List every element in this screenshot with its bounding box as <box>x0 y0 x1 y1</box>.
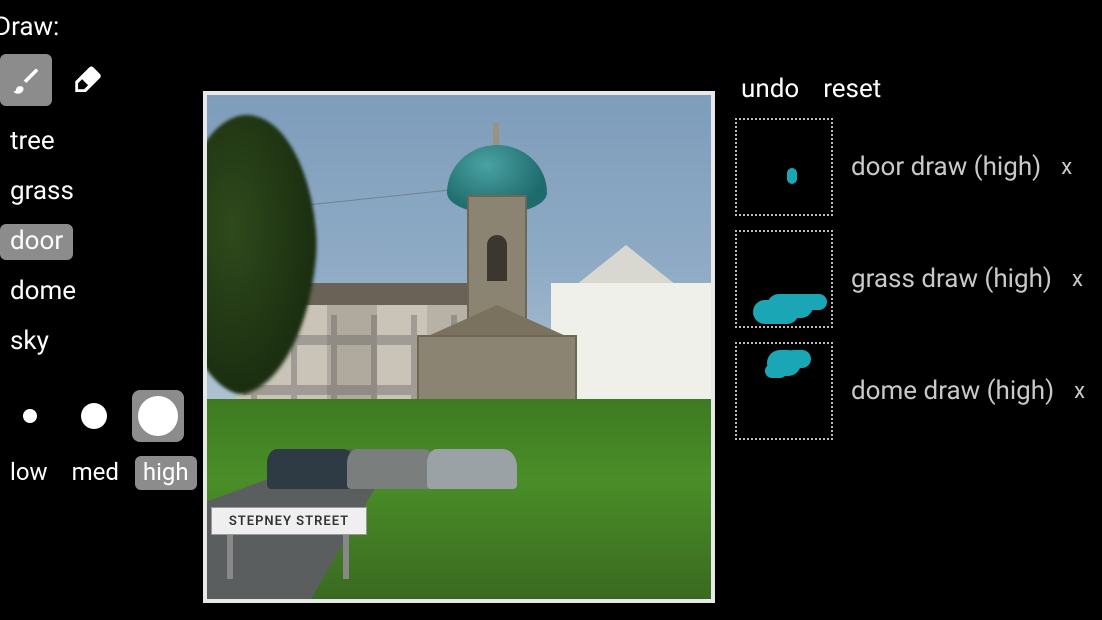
history-header: undo reset <box>741 74 1102 104</box>
dot-large-icon <box>138 396 178 436</box>
history-remove-button[interactable]: x <box>1074 379 1085 404</box>
dot-medium-icon <box>81 403 107 429</box>
scene-car <box>347 449 437 489</box>
history-list: door draw (high) x grass draw (high) x d… <box>735 118 1102 440</box>
category-list: tree grass door dome sky <box>0 124 86 360</box>
undo-button[interactable]: undo <box>741 74 799 104</box>
draw-title: Draw: <box>0 12 59 42</box>
scene-street-sign: STEPNEY STREET <box>211 507 367 535</box>
category-sky[interactable]: sky <box>0 324 59 360</box>
canvas-area: STEPNEY STREET <box>195 0 715 620</box>
dot-small-icon <box>23 409 37 423</box>
history-item: grass draw (high) x <box>735 230 1102 328</box>
history-label: grass draw (high) <box>851 264 1052 294</box>
history-thumbnail[interactable] <box>735 342 833 440</box>
history-remove-button[interactable]: x <box>1072 267 1083 292</box>
scene-car <box>267 449 357 489</box>
stroke-preview-icon <box>787 168 797 184</box>
left-sidebar: Draw: tree grass door dome sky <box>0 0 195 620</box>
scene-sign-post <box>227 533 233 579</box>
brush-size-medium[interactable] <box>68 390 120 442</box>
category-grass[interactable]: grass <box>0 174 84 210</box>
scene-cars <box>267 429 497 489</box>
history-label: dome draw (high) <box>851 376 1054 406</box>
history-remove-button[interactable]: x <box>1061 155 1072 180</box>
eraser-tool-button[interactable] <box>62 54 114 106</box>
level-med[interactable]: med <box>64 456 127 490</box>
history-thumbnail[interactable] <box>735 118 833 216</box>
stroke-preview-icon <box>767 294 813 318</box>
category-door[interactable]: door <box>0 224 73 260</box>
tool-row <box>0 54 114 106</box>
brush-icon <box>11 65 41 95</box>
category-tree[interactable]: tree <box>0 124 65 160</box>
level-low[interactable]: low <box>2 456 56 490</box>
level-row: low med high <box>0 456 197 490</box>
eraser-icon <box>71 63 105 97</box>
history-label: door draw (high) <box>851 152 1041 182</box>
drawing-canvas[interactable]: STEPNEY STREET <box>203 91 715 603</box>
brush-size-large[interactable] <box>132 390 184 442</box>
scene-car <box>427 449 517 489</box>
history-thumbnail[interactable] <box>735 230 833 328</box>
brush-tool-button[interactable] <box>0 54 52 106</box>
history-panel: undo reset door draw (high) x grass draw… <box>715 0 1102 620</box>
level-high[interactable]: high <box>135 456 197 490</box>
category-dome[interactable]: dome <box>0 274 86 310</box>
brush-size-small[interactable] <box>4 390 56 442</box>
history-item: dome draw (high) x <box>735 342 1102 440</box>
reset-button[interactable]: reset <box>823 74 881 104</box>
history-item: door draw (high) x <box>735 118 1102 216</box>
brush-size-row <box>0 390 184 442</box>
scene-sign-post <box>343 533 349 579</box>
stroke-preview-icon <box>767 350 801 376</box>
